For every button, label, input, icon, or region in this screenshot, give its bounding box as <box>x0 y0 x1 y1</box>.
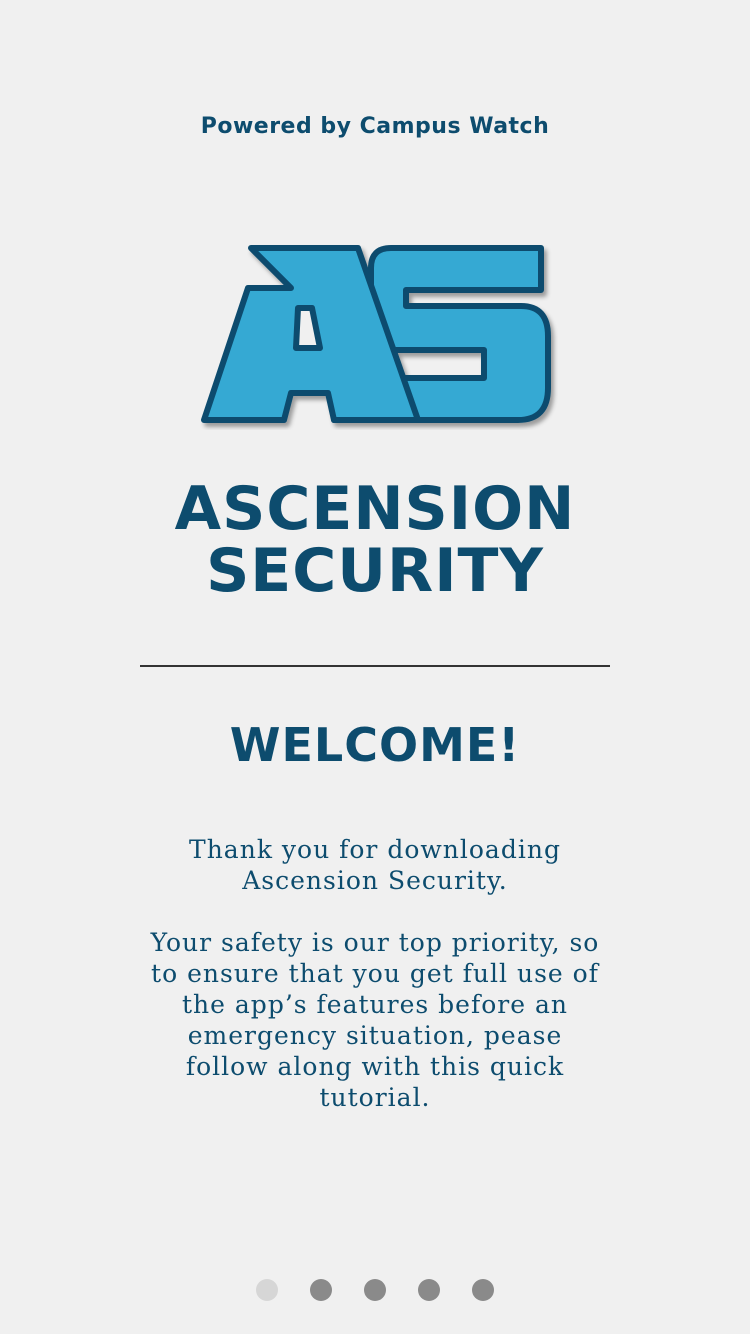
brand-line-1: ASCENSION <box>174 474 576 544</box>
divider <box>140 665 610 667</box>
page-dot-5[interactable] <box>472 1279 494 1301</box>
intro-paragraph: Thank you for downloading Ascension Secu… <box>189 835 561 895</box>
page-dot-2[interactable] <box>310 1279 332 1301</box>
page-dot-4[interactable] <box>418 1279 440 1301</box>
ascension-security-logo <box>201 245 551 423</box>
tutorial-paragraph: Your safety is our top priority, so to e… <box>150 928 600 1112</box>
page-dot-3[interactable] <box>364 1279 386 1301</box>
brand-title: ASCENSION SECURITY <box>0 478 750 602</box>
welcome-title: WELCOME! <box>229 718 521 772</box>
powered-by-text: Powered by Campus Watch <box>200 114 550 139</box>
page-indicator <box>0 1279 750 1301</box>
page-dot-1[interactable] <box>256 1279 278 1301</box>
brand-line-2: SECURITY <box>206 536 544 606</box>
